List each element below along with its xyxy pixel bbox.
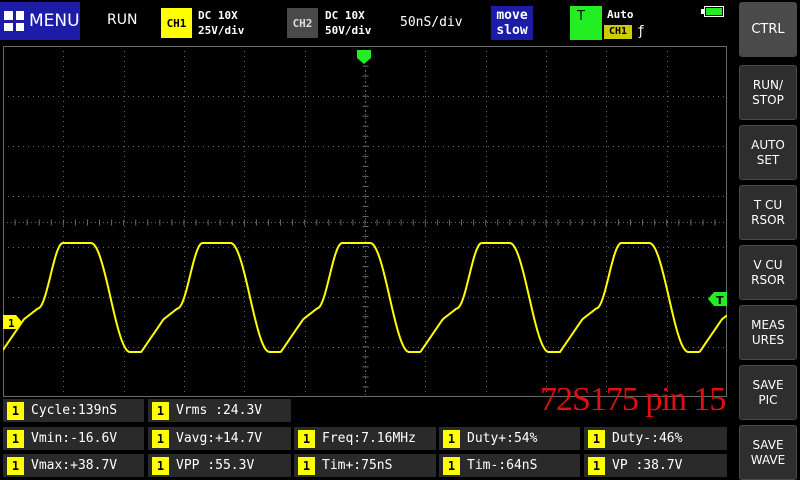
measure-value: VP :38.7V [612, 458, 683, 473]
measure-channel-badge: 1 [588, 456, 605, 475]
run-status[interactable]: RUN [107, 12, 137, 28]
time-cursor-button[interactable]: T CU RSOR [739, 185, 797, 240]
measure-value: Tim+:75nS [322, 458, 393, 473]
measure-value: Cycle:139nS [31, 403, 118, 418]
ch1-scale: 25V/div [198, 24, 245, 37]
save-picture-button[interactable]: SAVE PIC [739, 365, 797, 420]
status-bar: MENU RUN CH1 DC 10X 25V/div CH2 DC 10X 5… [0, 0, 736, 46]
trigger-badge[interactable]: T [570, 6, 602, 40]
timebase[interactable]: 50nS/div [400, 15, 463, 30]
trigger-mode[interactable]: Auto [607, 8, 634, 21]
ch2-coupling: DC 10X [325, 9, 365, 22]
measures-button[interactable]: MEAS URES [739, 305, 797, 360]
measure-vrms[interactable]: 1 Vrms :24.3V [148, 399, 291, 422]
trigger-source[interactable]: CH1 [604, 25, 632, 39]
battery-icon [701, 6, 724, 17]
ch2-badge[interactable]: CH2 [287, 8, 318, 38]
ch2-scale: 50V/div [325, 24, 372, 37]
move-label: move [496, 8, 528, 23]
measure-value: Vmin:-16.6V [31, 431, 118, 446]
measure-time-minus[interactable]: 1 Tim-:64nS [439, 454, 580, 477]
auto-set-button[interactable]: AUTO SET [739, 125, 797, 180]
measure-vmax[interactable]: 1 Vmax:+38.7V [3, 454, 144, 477]
move-speed-toggle[interactable]: move slow [491, 6, 533, 40]
measure-vpp[interactable]: 1 VPP :55.3V [148, 454, 291, 477]
measure-value: Vavg:+14.7V [176, 431, 263, 446]
measure-channel-badge: 1 [7, 456, 24, 475]
ctrl-button[interactable]: CTRL [739, 2, 797, 57]
measure-channel-badge: 1 [152, 401, 169, 420]
measure-duty-plus[interactable]: 1 Duty+:54% [439, 427, 580, 450]
menu-label: MENU [29, 11, 80, 31]
measure-vmin[interactable]: 1 Vmin:-16.6V [3, 427, 144, 450]
measure-value: Vrms :24.3V [176, 403, 263, 418]
measure-channel-badge: 1 [7, 401, 24, 420]
measure-channel-badge: 1 [443, 429, 460, 448]
measure-cycle[interactable]: 1 Cycle:139nS [3, 399, 144, 422]
measure-value: Duty-:46% [612, 431, 683, 446]
trigger-edge-icon: ƒ [637, 24, 645, 39]
measure-value: Duty+:54% [467, 431, 538, 446]
measure-value: Tim-:64nS [467, 458, 538, 473]
measure-channel-badge: 1 [152, 429, 169, 448]
measure-channel-badge: 1 [588, 429, 605, 448]
handwritten-annotation: 72S175 pin 15 [540, 381, 726, 418]
graticule [2, 45, 727, 398]
sidebar: CTRL RUN/ STOP AUTO SET T CU RSOR V CU R… [736, 0, 800, 480]
measure-time-plus[interactable]: 1 Tim+:75nS [294, 454, 436, 477]
ch1-coupling: DC 10X [198, 9, 238, 22]
measure-value: Vmax:+38.7V [31, 458, 118, 473]
measure-value: Freq:7.16MHz [322, 431, 416, 446]
measure-channel-badge: 1 [152, 456, 169, 475]
measure-channel-badge: 1 [7, 429, 24, 448]
ch1-settings[interactable]: DC 10X 25V/div [198, 8, 244, 38]
ch1-marker-label: 1 [8, 317, 15, 330]
measure-vp[interactable]: 1 VP :38.7V [584, 454, 727, 477]
measure-channel-badge: 1 [443, 456, 460, 475]
voltage-cursor-button[interactable]: V CU RSOR [739, 245, 797, 300]
measure-vavg[interactable]: 1 Vavg:+14.7V [148, 427, 291, 450]
measure-duty-minus[interactable]: 1 Duty-:46% [584, 427, 727, 450]
measure-channel-badge: 1 [298, 429, 315, 448]
trigger-level-marker[interactable]: T [708, 292, 727, 307]
ch2-settings[interactable]: DC 10X 50V/div [325, 8, 371, 38]
waveform-svg: 1 T [2, 45, 728, 398]
trigger-level-label: T [716, 294, 724, 307]
ch1-badge[interactable]: CH1 [161, 8, 192, 38]
trigger-position-marker[interactable] [357, 50, 371, 64]
measure-freq[interactable]: 1 Freq:7.16MHz [294, 427, 436, 450]
measure-value: VPP :55.3V [176, 458, 255, 473]
menu-button[interactable]: MENU [0, 2, 80, 40]
waveform-display[interactable]: 1 T [2, 45, 728, 398]
measure-channel-badge: 1 [298, 456, 315, 475]
run-stop-button[interactable]: RUN/ STOP [739, 65, 797, 120]
menu-grid-icon [4, 11, 24, 31]
save-wave-button[interactable]: SAVE WAVE [739, 425, 797, 480]
move-speed: slow [496, 23, 528, 38]
